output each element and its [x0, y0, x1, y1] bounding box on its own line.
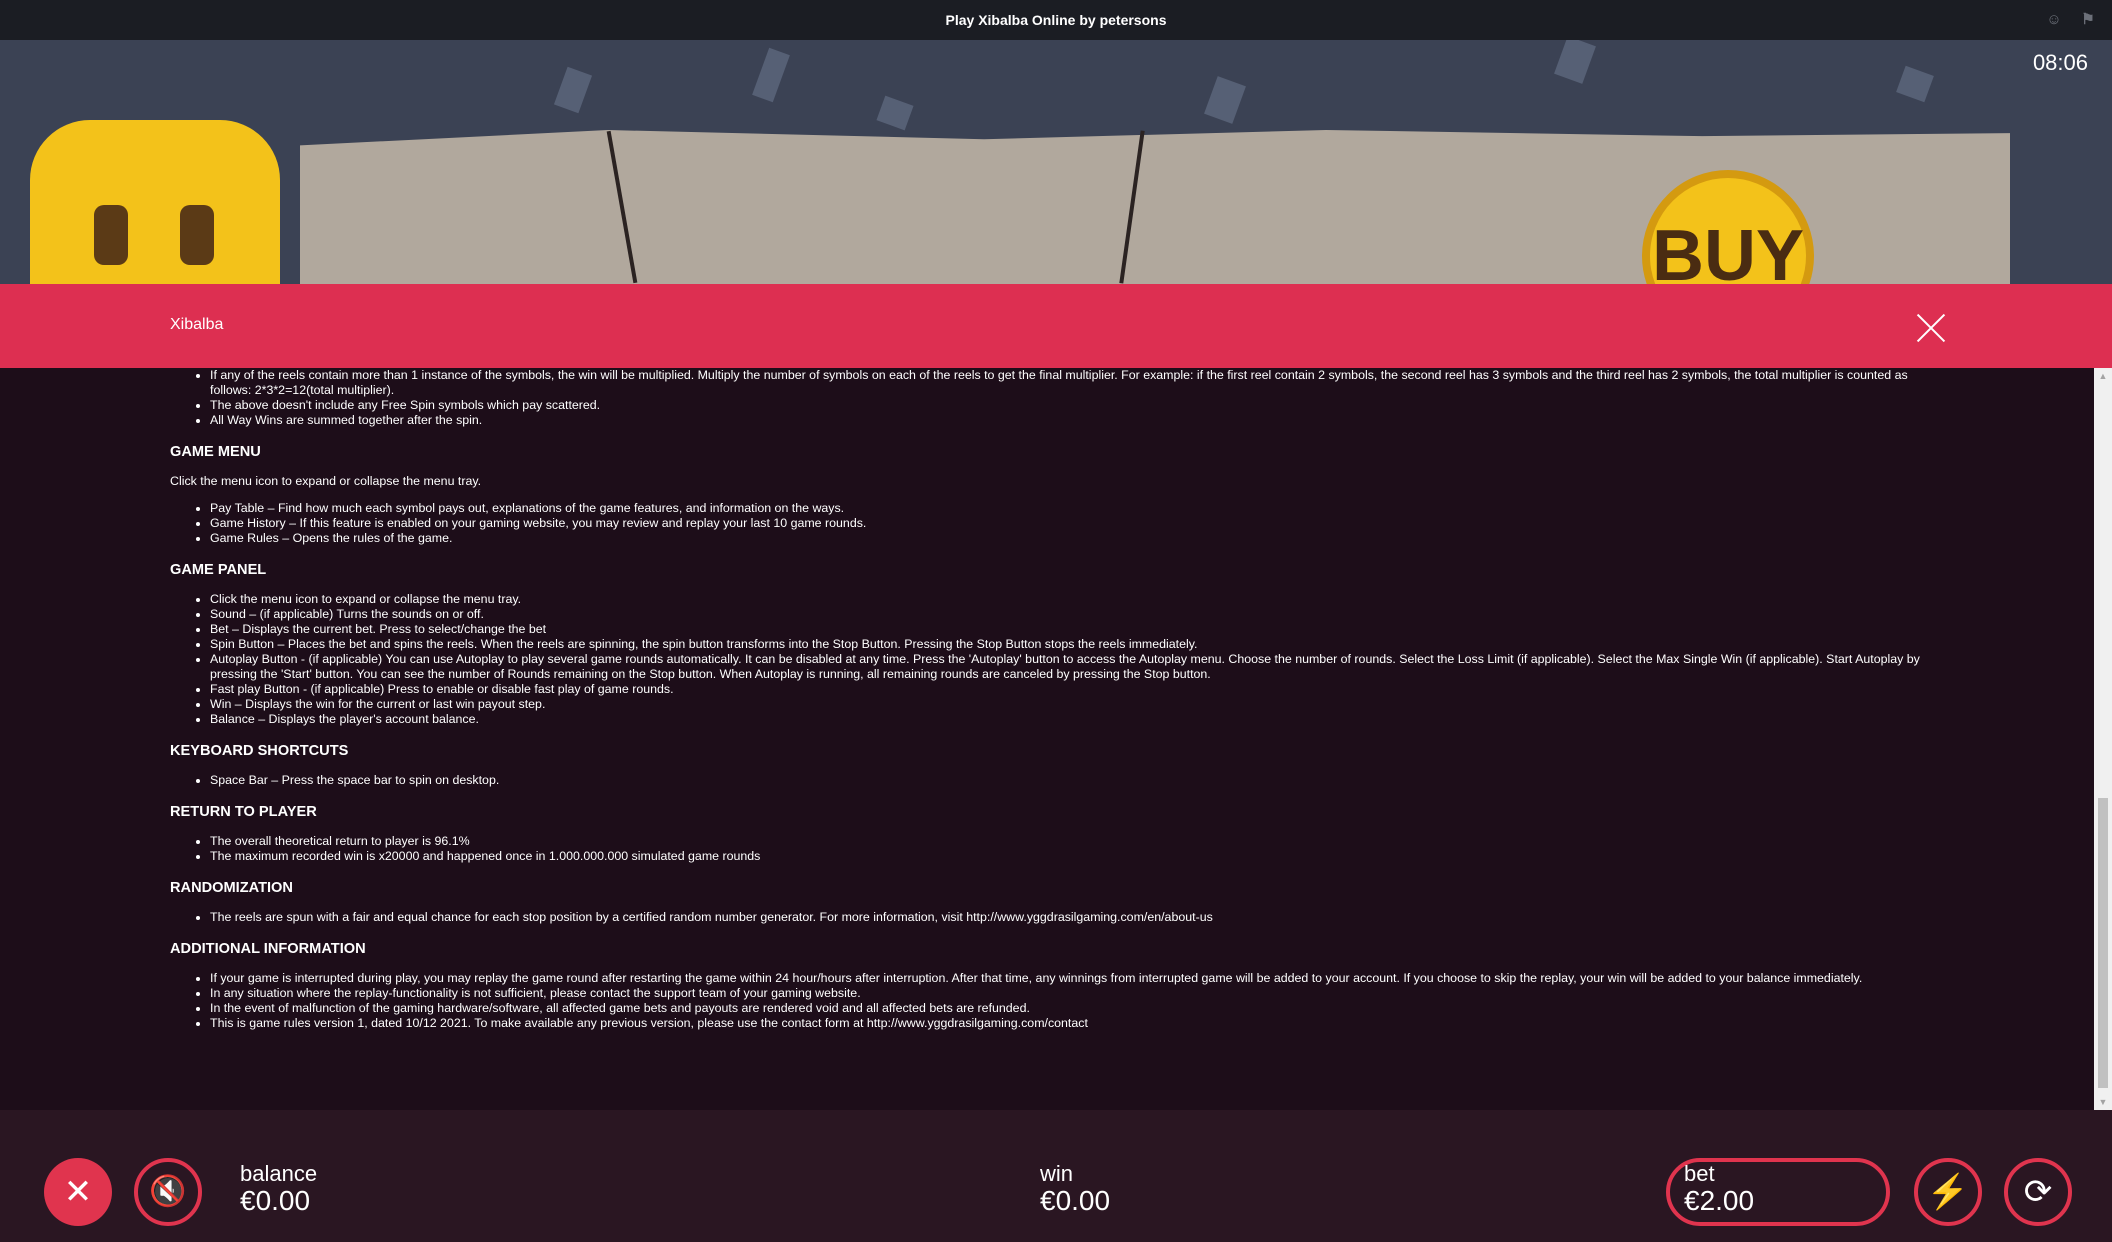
list-item: If your game is interrupted during play,… [210, 971, 1930, 986]
list-item: In any situation where the replay-functi… [210, 986, 1930, 1001]
list-item: This is game rules version 1, dated 10/1… [210, 1016, 1930, 1031]
emoji-icon[interactable]: ☺ [2044, 10, 2064, 30]
close-rules-button[interactable] [1916, 313, 1946, 343]
list-item: If any of the reels contain more than 1 … [210, 368, 1930, 398]
list-item: Autoplay Button - (if applicable) You ca… [210, 652, 1930, 682]
list-item: The reels are spun with a fair and equal… [210, 910, 1930, 925]
sound-toggle-button[interactable]: 🔇 [134, 1158, 202, 1226]
bet-label: bet [1684, 1161, 1715, 1186]
fast-play-button[interactable]: ⚡ [1914, 1158, 1982, 1226]
golden-mask-character [30, 120, 280, 284]
section-heading: GAME PANEL [170, 562, 267, 578]
decor-shard [1554, 40, 1596, 84]
list-item: Balance – Displays the player's account … [210, 712, 1930, 727]
list-item: Fast play Button - (if applicable) Press… [210, 682, 1930, 697]
title-bar-icons: ☺ ⚑ [2044, 10, 2098, 30]
list-item: Space Bar – Press the space bar to spin … [210, 773, 1930, 788]
decor-shard [1204, 76, 1246, 124]
win-label: win [1040, 1161, 1074, 1186]
decor-shard [1896, 65, 1934, 103]
list-item: Game Rules – Opens the rules of the game… [210, 531, 1930, 546]
mask-eye [180, 205, 214, 265]
scrollbar-thumb[interactable] [2098, 798, 2108, 1088]
section-heading: RANDOMIZATION [170, 880, 293, 896]
list-item: The maximum recorded win is x20000 and h… [210, 849, 1930, 864]
autoplay-button[interactable]: ⟳ [2004, 1158, 2072, 1226]
exit-button[interactable]: ✕ [44, 1158, 112, 1226]
mask-eye [94, 205, 128, 265]
section-list: Click the menu icon to expand or collaps… [210, 592, 1930, 727]
list-item: Pay Table – Find how much each symbol pa… [210, 501, 1930, 516]
list-item: All Way Wins are summed together after t… [210, 413, 1930, 428]
bet-value: €2.00 [1684, 1185, 1755, 1216]
section-list: The overall theoretical return to player… [210, 834, 1930, 864]
win-value: €0.00 [1040, 1185, 1111, 1216]
list-item: Sound – (if applicable) Turns the sounds… [210, 607, 1930, 622]
list-item: Click the menu icon to expand or collaps… [210, 592, 1930, 607]
rules-title: Xibalba [170, 316, 224, 333]
list-item: The overall theoretical return to player… [210, 834, 1930, 849]
balance-value: €0.00 [240, 1185, 311, 1216]
window-title: Play Xibalba Online by petersons [945, 12, 1167, 28]
buy-label: BUY [1651, 216, 1804, 284]
speaker-muted-icon: 🔇 [149, 1175, 187, 1208]
section-paragraph: Click the menu icon to expand or collaps… [170, 474, 482, 488]
section-list: If your game is interrupted during play,… [210, 971, 1930, 1031]
section-list: Space Bar – Press the space bar to spin … [210, 773, 1930, 788]
game-window: Play Xibalba Online by petersons ☺ ⚑ BUY… [0, 0, 2112, 1242]
flag-icon[interactable]: ⚑ [2078, 10, 2098, 30]
rules-header: Xibalba [0, 284, 2112, 368]
scroll-down-icon[interactable]: ▼ [2094, 1094, 2112, 1110]
section-heading: ADDITIONAL INFORMATION [170, 941, 366, 957]
section-heading: GAME MENU [170, 444, 261, 460]
game-scene: BUY 08:06 [0, 40, 2112, 284]
list-item: Game History – If this feature is enable… [210, 516, 1930, 531]
list-item: In the event of malfunction of the gamin… [210, 1001, 1930, 1016]
section-heading: KEYBOARD SHORTCUTS [170, 743, 349, 759]
list-item: Spin Button – Places the bet and spins t… [210, 637, 1930, 652]
list-item: The above doesn't include any Free Spin … [210, 398, 1930, 413]
intro-list: If any of the reels contain more than 1 … [210, 368, 1930, 428]
decor-shard [752, 47, 790, 103]
list-item: Bet – Displays the current bet. Press to… [210, 622, 1930, 637]
autoplay-icon: ⟳ [2023, 1173, 2053, 1211]
balance-label: balance [240, 1161, 318, 1186]
section-heading: RETURN TO PLAYER [170, 804, 317, 820]
title-bar: Play Xibalba Online by petersons ☺ ⚑ [0, 0, 2112, 40]
section-list: The reels are spun with a fair and equal… [210, 910, 1930, 925]
lightning-icon: ⚡ [1926, 1173, 1970, 1211]
bottom-strip [0, 1110, 2112, 1134]
close-icon: ✕ [63, 1173, 93, 1211]
decor-shard [553, 66, 593, 114]
rules-text: If any of the reels contain more than 1 … [170, 368, 1930, 1031]
rules-scrollbar[interactable]: ▲ ▼ [2094, 368, 2112, 1110]
scroll-up-icon[interactable]: ▲ [2094, 368, 2112, 384]
rules-content[interactable]: If any of the reels contain more than 1 … [0, 368, 2094, 1110]
section-list: Pay Table – Find how much each symbol pa… [210, 501, 1930, 546]
decor-shard [876, 95, 914, 131]
clock: 08:06 [2032, 50, 2088, 75]
list-item: Win – Displays the win for the current o… [210, 697, 1930, 712]
